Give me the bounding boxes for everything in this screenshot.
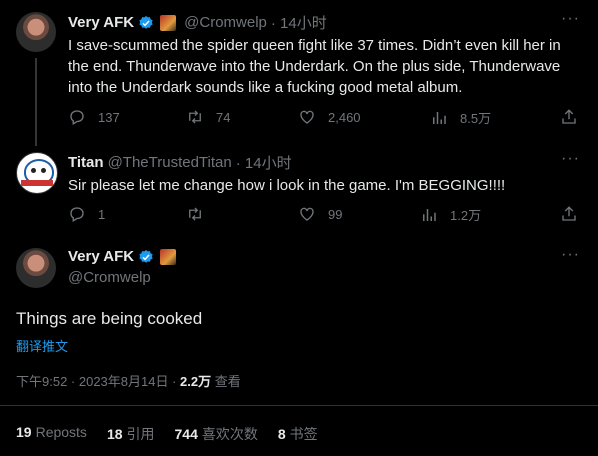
avatar[interactable] [16, 248, 56, 288]
stat-label: 书签 [289, 426, 318, 442]
stat-label: 引用 [126, 426, 155, 442]
tweet-actions: 137 74 2,460 8.5万 [68, 108, 580, 128]
like-count: 2,460 [328, 109, 361, 125]
tweet-time[interactable]: · 14小时 [236, 152, 292, 173]
more-icon[interactable]: ··· [561, 246, 580, 264]
affiliate-badge-icon [160, 248, 177, 265]
views-icon [423, 208, 436, 221]
retweet-button[interactable]: 74 [186, 108, 230, 126]
thread-line [35, 58, 37, 146]
translate-link[interactable]: 翻译推文 [16, 336, 68, 355]
main-tweet-text: Things are being cooked [16, 309, 203, 328]
reply-icon [70, 110, 84, 125]
stat-label: Reposts [35, 424, 87, 440]
bookmarks-stat[interactable]: 8 书签 [278, 424, 318, 444]
author-handle[interactable]: @Cromwelp [68, 269, 151, 286]
avatar-eye [31, 168, 36, 173]
views-icon [433, 111, 446, 124]
reply-count: 137 [98, 109, 120, 125]
tweet-meta: 下午9:52 · 2023年8月14日 · 2.2万 查看 [16, 371, 241, 390]
tweet-1[interactable]: Very AFK @Cromwelp · 14小时 ··· I save-scu… [0, 0, 598, 146]
author-name[interactable]: Very AFK [68, 14, 134, 31]
tweet-actions: 1 99 1.2万 [68, 205, 580, 225]
views-label: 查看 [211, 374, 241, 389]
views-button[interactable]: 1.2万 [420, 205, 481, 224]
avatar-eye [41, 168, 46, 173]
reply-count: 1 [98, 206, 106, 222]
likes-stat[interactable]: 744 喜欢次数 [175, 424, 258, 444]
tweet-text: Sir please let me change how i look in t… [68, 177, 506, 194]
share-button[interactable] [560, 205, 578, 223]
verified-icon [139, 15, 153, 29]
views-count: 8.5万 [460, 111, 492, 126]
timestamp[interactable]: 下午9:52 · 2023年8月14日 · [16, 374, 180, 389]
like-icon [300, 207, 314, 221]
author-name[interactable]: Titan [68, 154, 104, 171]
main-tweet: Very AFK @Cromwelp ··· [0, 236, 598, 456]
avatar[interactable] [16, 152, 58, 194]
reply-icon [70, 207, 84, 222]
retweet-icon [189, 110, 201, 124]
reply-button[interactable]: 137 [68, 108, 120, 126]
share-icon [562, 206, 576, 221]
views-button[interactable]: 8.5万 [430, 108, 491, 127]
retweet-icon [189, 207, 201, 221]
tweet-header: Very AFK @Cromwelp · 14小时 [68, 12, 327, 33]
retweet-button[interactable] [186, 205, 216, 223]
tweet-time[interactable]: · 14小时 [271, 12, 327, 33]
stat-label: 喜欢次数 [201, 426, 258, 442]
affiliate-badge-icon [160, 14, 177, 31]
stat-count: 18 [106, 426, 123, 442]
divider [0, 405, 598, 406]
more-icon[interactable]: ··· [561, 10, 580, 28]
stat-count: 19 [16, 424, 32, 440]
engagement-stats: 19 Reposts 18 引用 744 喜欢次数 8 书签 [16, 424, 318, 444]
like-button[interactable]: 99 [298, 205, 342, 223]
reposts-stat[interactable]: 19 Reposts [16, 424, 87, 444]
stat-count: 744 [174, 426, 198, 442]
author-name[interactable]: Very AFK [68, 248, 134, 265]
like-icon [300, 110, 314, 124]
tweet-header: Very AFK [68, 248, 177, 265]
more-icon[interactable]: ··· [561, 150, 580, 168]
like-count: 99 [328, 206, 343, 222]
verified-icon [139, 249, 153, 263]
tweet-text: I save-scummed the spider queen fight li… [68, 37, 561, 96]
share-button[interactable] [560, 108, 578, 126]
stat-count: 8 [277, 426, 286, 442]
author-handle[interactable]: @Cromwelp [184, 14, 267, 31]
retweet-count: 74 [216, 109, 231, 125]
share-icon [562, 109, 576, 124]
reply-button[interactable]: 1 [68, 205, 105, 223]
avatar-banner [21, 180, 53, 186]
author-handle[interactable]: @TheTrustedTitan [108, 154, 232, 171]
like-button[interactable]: 2,460 [298, 108, 361, 126]
views-count: 1.2万 [450, 208, 482, 223]
tweet-header: Titan @TheTrustedTitan · 14小时 [68, 152, 292, 173]
avatar[interactable] [16, 12, 56, 52]
tweet-2[interactable]: Titan @TheTrustedTitan · 14小时 ··· Sir pl… [0, 146, 598, 236]
quotes-stat[interactable]: 18 引用 [107, 424, 155, 444]
views-count: 2.2万 [180, 374, 212, 389]
